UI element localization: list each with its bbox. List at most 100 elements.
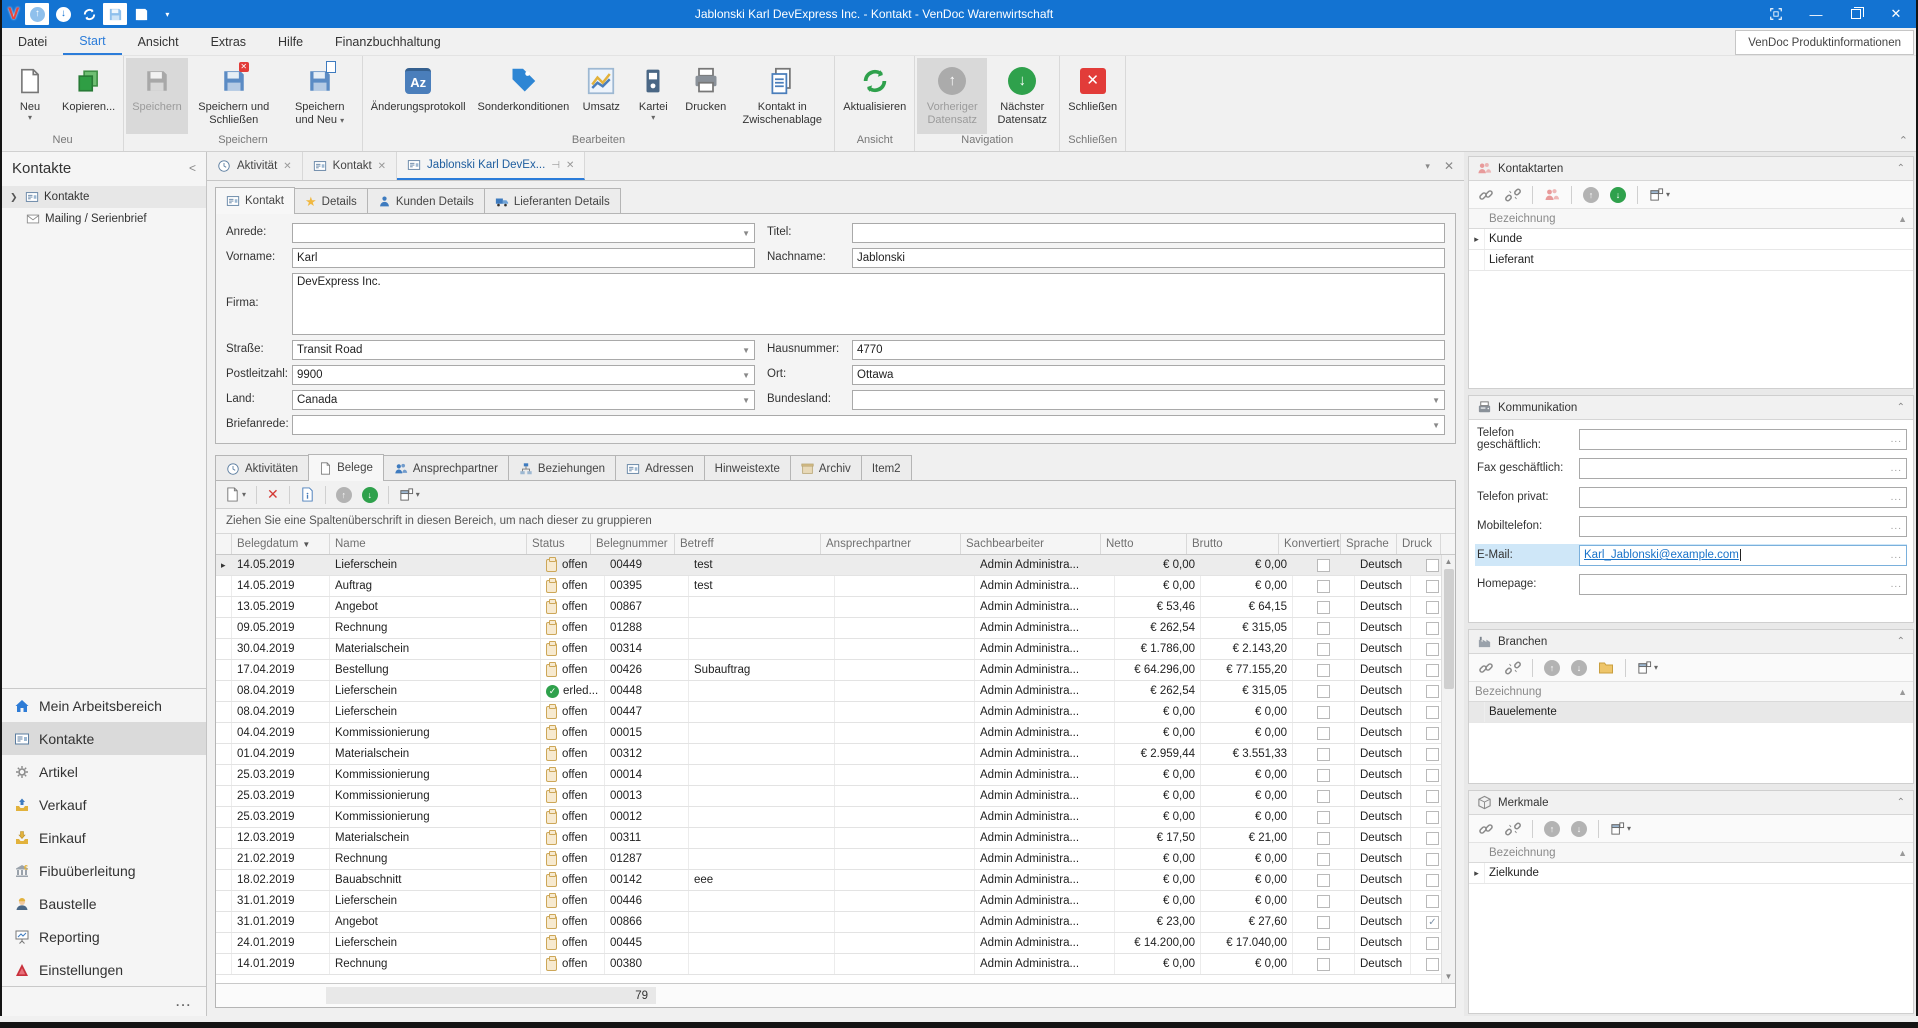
table-row[interactable]: 09.05.2019Rechnungoffen01288Admin Admini… bbox=[216, 618, 1455, 639]
konvertiert-checkbox[interactable] bbox=[1293, 933, 1355, 953]
column-header-belegdatum[interactable]: Belegdatum ▼ bbox=[232, 534, 330, 554]
speichern-und-neu-button[interactable]: Speichern und Neu ▾ bbox=[280, 58, 360, 134]
checkbox[interactable] bbox=[1426, 685, 1439, 698]
checkbox[interactable] bbox=[1317, 832, 1330, 845]
ellipsis-button[interactable]: ... bbox=[1891, 579, 1902, 590]
aenderungsprotokoll-button[interactable]: AzÄnderungsprotokoll bbox=[365, 58, 472, 134]
column-header-sprache[interactable]: Sprache bbox=[1341, 534, 1397, 554]
checkbox[interactable] bbox=[1426, 748, 1439, 761]
ribbon-tab-start[interactable]: Start bbox=[63, 28, 121, 55]
konvertiert-checkbox[interactable] bbox=[1293, 618, 1355, 638]
expand-icon[interactable]: ❯ bbox=[10, 192, 20, 203]
checkbox[interactable] bbox=[1426, 664, 1439, 677]
table-row[interactable]: 24.01.2019Lieferscheinoffen00445Admin Ad… bbox=[216, 933, 1455, 954]
checkbox[interactable] bbox=[1426, 832, 1439, 845]
ellipsis-button[interactable]: ... bbox=[1891, 521, 1902, 532]
doc-tab-aktivitaet[interactable]: Aktivität✕ bbox=[207, 152, 303, 180]
checkbox[interactable] bbox=[1317, 664, 1330, 677]
list-item[interactable]: Bauelemente bbox=[1469, 702, 1913, 723]
checkbox[interactable] bbox=[1317, 811, 1330, 824]
sidebar-item-verkauf[interactable]: Verkauf bbox=[2, 788, 206, 821]
ribbon-collapse-icon[interactable]: ⌃ bbox=[1899, 134, 1908, 147]
konvertiert-checkbox[interactable] bbox=[1293, 870, 1355, 890]
checkbox[interactable] bbox=[1317, 895, 1330, 908]
konvertiert-checkbox[interactable] bbox=[1293, 828, 1355, 848]
layout-button[interactable]: ▾ bbox=[396, 484, 423, 506]
table-row[interactable]: 14.05.2019Auftragoffen00395testAdmin Adm… bbox=[216, 576, 1455, 597]
ellipsis-button[interactable]: ... bbox=[1891, 550, 1902, 561]
checkbox[interactable] bbox=[1317, 937, 1330, 950]
folder-button[interactable] bbox=[1595, 657, 1617, 679]
fax-geschäftlich-input[interactable]: ... bbox=[1579, 458, 1907, 479]
speichern-button[interactable]: Speichern bbox=[126, 58, 188, 134]
sidebar-item-mein-arbeitsbereich[interactable]: Mein Arbeitsbereich bbox=[2, 689, 206, 722]
minimize-button[interactable]: — bbox=[1796, 0, 1836, 28]
table-row[interactable]: 17.04.2019Bestellungoffen00426Subauftrag… bbox=[216, 660, 1455, 681]
kartei-button[interactable]: Kartei▾ bbox=[627, 58, 679, 134]
ort-input[interactable]: Ottawa bbox=[852, 365, 1445, 385]
tab-ansprechpartner[interactable]: Ansprechpartner bbox=[383, 455, 509, 481]
close-document-icon[interactable]: ✕ bbox=[1444, 159, 1454, 173]
checkbox[interactable] bbox=[1426, 601, 1439, 614]
checkbox[interactable] bbox=[1426, 769, 1439, 782]
checkbox[interactable] bbox=[1317, 559, 1330, 572]
titel-input[interactable] bbox=[852, 223, 1445, 243]
sidebar-more-button[interactable]: ... bbox=[2, 986, 206, 1016]
checkbox[interactable] bbox=[1426, 895, 1439, 908]
table-row[interactable]: 25.03.2019Kommissionierungoffen00014Admi… bbox=[216, 765, 1455, 786]
group-by-hint[interactable]: Ziehen Sie eine Spaltenüberschrift in di… bbox=[216, 509, 1455, 534]
delete-button[interactable]: ✕ bbox=[264, 484, 282, 506]
checkbox[interactable] bbox=[1426, 580, 1439, 593]
unlink-button[interactable] bbox=[1502, 818, 1524, 840]
checkbox[interactable] bbox=[1317, 706, 1330, 719]
layout-button[interactable]: ▾ bbox=[1634, 657, 1661, 679]
checkbox[interactable] bbox=[1426, 937, 1439, 950]
save-quick-button[interactable] bbox=[103, 3, 127, 25]
firma-textarea[interactable]: DevExpress Inc. bbox=[292, 273, 1445, 335]
ribbon-tab-hilfe[interactable]: Hilfe bbox=[262, 28, 319, 55]
tab-adressen[interactable]: Adressen bbox=[615, 455, 705, 481]
checkbox[interactable] bbox=[1426, 958, 1439, 971]
tree-item-mailing[interactable]: Mailing / Serienbrief bbox=[2, 208, 206, 230]
scrollbar-thumb[interactable] bbox=[1444, 569, 1454, 689]
doc-tab-jablonski[interactable]: Jablonski Karl DevEx...⊣✕ bbox=[397, 152, 585, 180]
neu-button[interactable]: Neu▾ bbox=[4, 58, 56, 134]
table-row[interactable]: 08.04.2019Lieferschein✓erled...00448Admi… bbox=[216, 681, 1455, 702]
checkbox[interactable] bbox=[1426, 706, 1439, 719]
save-close-quick-button[interactable] bbox=[129, 3, 153, 25]
konvertiert-checkbox[interactable] bbox=[1293, 723, 1355, 743]
sidebar-item-einkauf[interactable]: Einkauf bbox=[2, 821, 206, 854]
list-item[interactable]: ▸Zielkunde bbox=[1469, 863, 1913, 884]
checkbox[interactable] bbox=[1426, 811, 1439, 824]
kontaktart-button[interactable] bbox=[1541, 184, 1563, 206]
table-row[interactable]: 18.02.2019Bauabschnittoffen00142eeeAdmin… bbox=[216, 870, 1455, 891]
column-header-druck[interactable]: Druck bbox=[1397, 534, 1441, 554]
checkbox[interactable] bbox=[1317, 643, 1330, 656]
checkbox[interactable] bbox=[1317, 769, 1330, 782]
table-row[interactable]: 12.03.2019Materialscheinoffen00311Admin … bbox=[216, 828, 1455, 849]
table-row[interactable]: ▸14.05.2019Lieferscheinoffen00449testAdm… bbox=[216, 555, 1455, 576]
mobiltelefon-input[interactable]: ... bbox=[1579, 516, 1907, 537]
table-row[interactable]: 13.05.2019Angebotoffen00867Admin Adminis… bbox=[216, 597, 1455, 618]
ellipsis-button[interactable]: ... bbox=[1891, 463, 1902, 474]
column-header-bezeichnung[interactable]: Bezeichnung bbox=[1475, 847, 1556, 859]
table-row[interactable]: 21.02.2019Rechnungoffen01287Admin Admini… bbox=[216, 849, 1455, 870]
tab-beziehungen[interactable]: Beziehungen bbox=[508, 455, 616, 481]
konvertiert-checkbox[interactable] bbox=[1293, 744, 1355, 764]
checkbox[interactable] bbox=[1317, 790, 1330, 803]
konvertiert-checkbox[interactable] bbox=[1293, 702, 1355, 722]
tab-kontakt[interactable]: Kontakt bbox=[215, 187, 295, 214]
table-row[interactable]: 04.04.2019Kommissionierungoffen00015Admi… bbox=[216, 723, 1455, 744]
move-down-button[interactable]: ↓ bbox=[1568, 657, 1590, 679]
speichern-und-schliessen-button[interactable]: ✕Speichern und Schließen bbox=[188, 58, 280, 134]
link-button[interactable] bbox=[1475, 818, 1497, 840]
konvertiert-checkbox[interactable] bbox=[1293, 660, 1355, 680]
list-item[interactable]: Lieferant bbox=[1469, 250, 1913, 271]
column-header-ansprechpartner[interactable]: Ansprechpartner bbox=[821, 534, 961, 554]
table-row[interactable]: 25.03.2019Kommissionierungoffen00013Admi… bbox=[216, 786, 1455, 807]
konvertiert-checkbox[interactable] bbox=[1293, 891, 1355, 911]
restore-button[interactable] bbox=[1836, 0, 1876, 28]
produktinformationen-button[interactable]: VenDoc Produktinformationen bbox=[1735, 30, 1914, 55]
table-row[interactable]: 14.01.2019Rechnungoffen00380Admin Admini… bbox=[216, 954, 1455, 975]
column-header-sachbearbeiter[interactable]: Sachbearbeiter bbox=[961, 534, 1101, 554]
